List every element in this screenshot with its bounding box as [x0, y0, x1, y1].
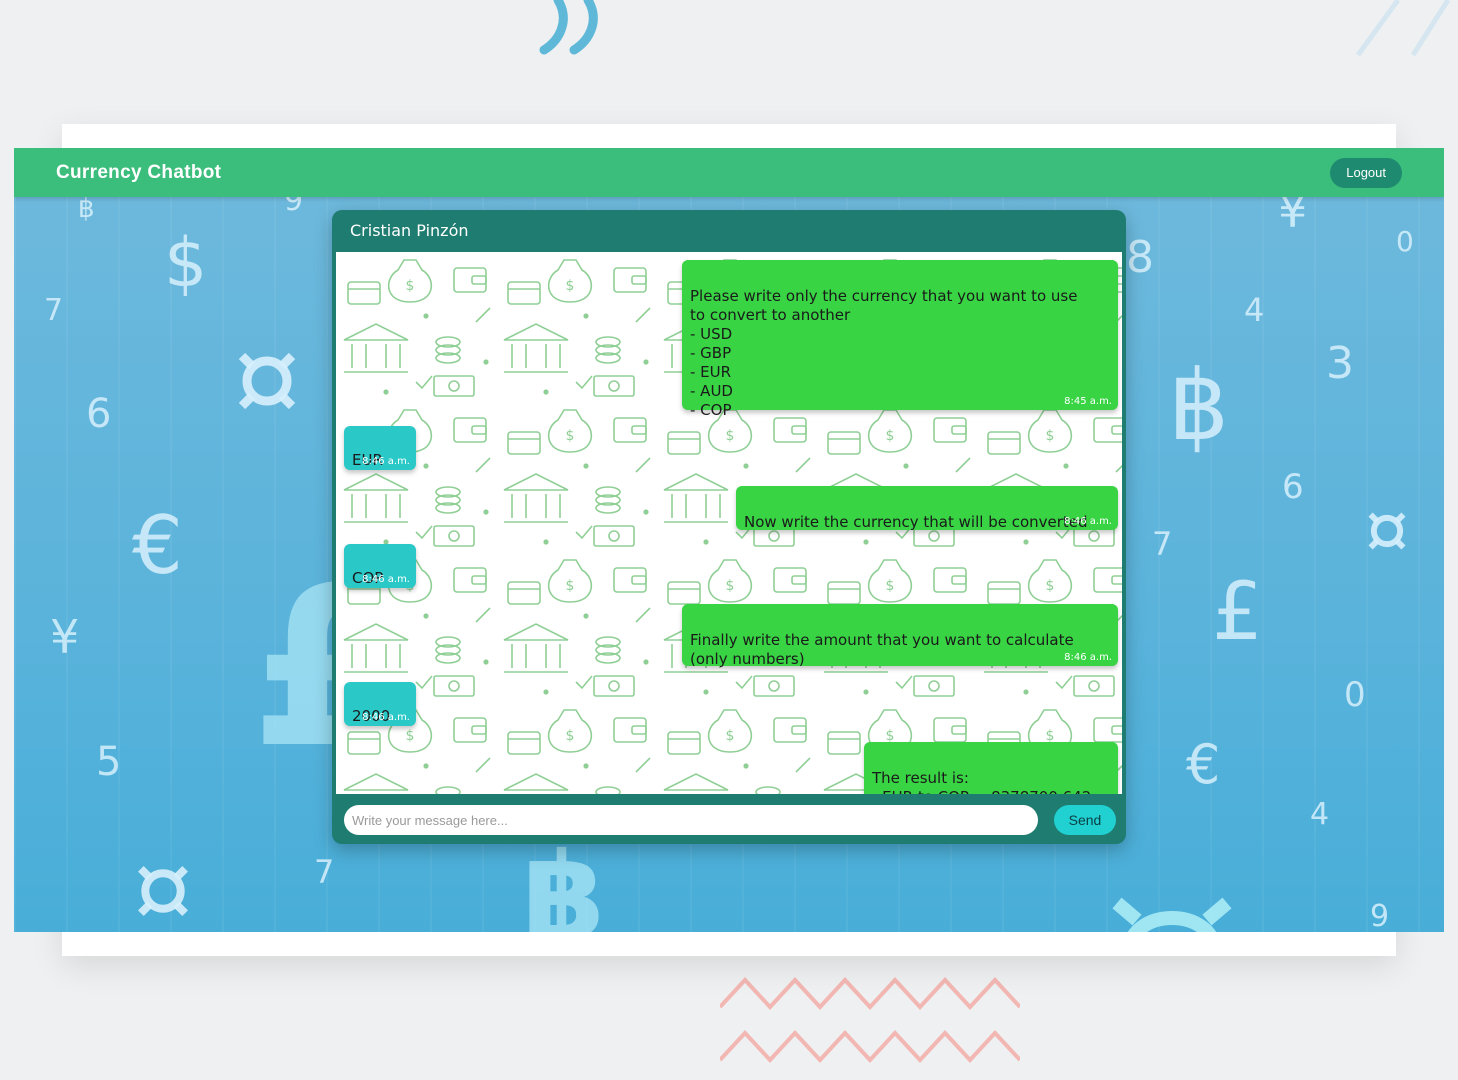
bg-symbol: 0 — [1396, 225, 1414, 258]
currency-sign-icon — [1112, 897, 1232, 932]
chat-header: Cristian Pinzón — [332, 210, 1126, 250]
bg-symbol: $ — [164, 224, 208, 303]
bg-symbol: € — [132, 499, 183, 592]
message-text: The result is: - EUR to COP = 8378700.64… — [872, 769, 1091, 794]
user-message: 2000 8:46 a.m. — [344, 682, 416, 726]
message-time: 8:46 a.m. — [362, 574, 410, 585]
bot-message: Now write the currency that will be conv… — [736, 486, 1118, 531]
bot-message: The result is: - EUR to COP = 8378700.64… — [864, 742, 1118, 794]
message-time: 8:46 a.m. — [362, 456, 410, 467]
message-text: Please write only the currency that you … — [690, 287, 1078, 419]
slash-decoration — [1355, 0, 1451, 57]
message-time: 8:46 a.m. — [362, 712, 410, 723]
message-text: Finally write the amount that you want t… — [690, 631, 1074, 668]
message-time: 8:46 a.m. — [1064, 516, 1112, 527]
app-title: Currency Chatbot — [56, 161, 222, 183]
send-button[interactable]: Send — [1054, 805, 1116, 835]
message-list[interactable]: $ — [336, 252, 1122, 794]
bg-symbol: 0 — [1344, 675, 1366, 715]
bg-symbol: 7 — [314, 853, 335, 891]
bg-symbol: 4 — [1244, 291, 1265, 329]
squiggle-decoration — [539, 0, 598, 55]
message-time: 8:46 a.m. — [1064, 652, 1112, 663]
app-screen: ฿ 9 $ 7 6 € ¥ 5 £ 8 4 3 0 ¥ ฿ 6 7 £ 0 € … — [14, 148, 1444, 932]
bg-symbol: 9 — [1370, 899, 1390, 932]
zigzag-decoration — [720, 977, 1020, 1063]
currency-sign-icon — [1368, 512, 1406, 550]
user-message: EUR 8:46 a.m. — [344, 426, 416, 470]
user-message: COP 8:46 a.m. — [344, 544, 416, 588]
message-time: 8:45 a.m. — [1064, 396, 1112, 407]
bg-symbol: 8 — [1126, 232, 1154, 283]
chat-window: Cristian Pinzón $ — [332, 210, 1126, 844]
bg-symbol: ฿ — [78, 194, 95, 224]
composer: Send — [332, 796, 1126, 844]
currency-sign-icon — [238, 352, 296, 410]
bg-symbol: 5 — [96, 739, 122, 785]
navbar: Currency Chatbot Logout — [14, 148, 1444, 197]
bg-symbol: 6 — [86, 391, 112, 437]
bg-symbol: £ — [1212, 565, 1263, 658]
bot-message: Finally write the amount that you want t… — [682, 604, 1118, 668]
message-text: Now write the currency that will be conv… — [744, 513, 1088, 531]
logout-button[interactable]: Logout — [1330, 157, 1402, 188]
bg-symbol: 7 — [1152, 525, 1173, 563]
bg-symbol: 7 — [44, 293, 64, 328]
bg-symbol: ฿ — [1168, 350, 1230, 462]
bg-symbol: 6 — [1282, 467, 1304, 507]
bg-symbol: ¥ — [50, 610, 80, 664]
contact-name: Cristian Pinzón — [350, 220, 469, 240]
message-input[interactable] — [344, 805, 1038, 835]
bg-symbol: ฿ — [522, 828, 606, 933]
bg-symbol: 4 — [1310, 797, 1330, 832]
currency-sign-icon — [138, 866, 188, 916]
bot-message: Please write only the currency that you … — [682, 260, 1118, 419]
bg-symbol: 3 — [1326, 338, 1354, 389]
bg-symbol: € — [1186, 733, 1221, 796]
